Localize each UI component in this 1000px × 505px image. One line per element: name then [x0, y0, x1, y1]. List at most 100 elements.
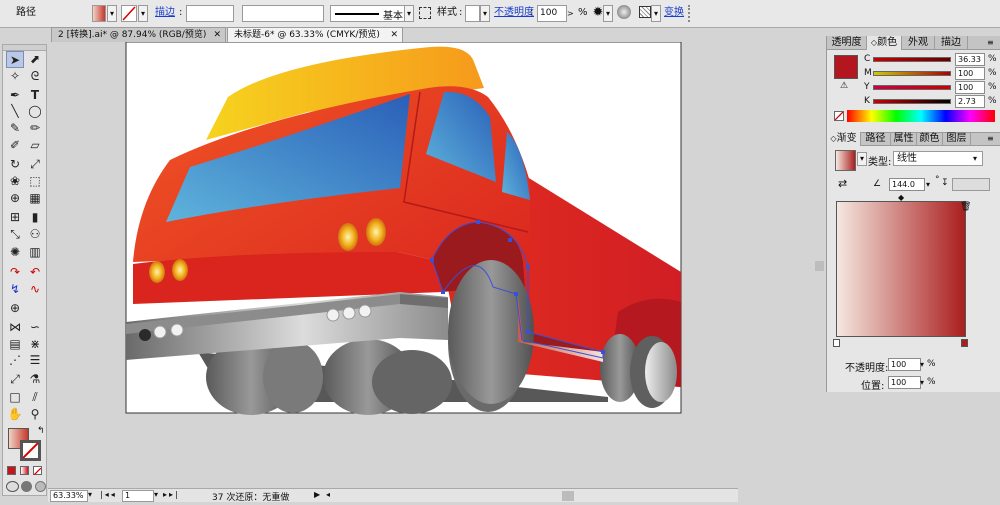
opacity-link[interactable]: 不透明度	[494, 6, 534, 20]
symbol-sprayer-icon[interactable]: ✺	[6, 244, 24, 261]
tab-stroke[interactable]: 描边	[935, 36, 968, 50]
draw-inside-icon[interactable]	[35, 481, 46, 492]
black-slider[interactable]	[873, 99, 951, 104]
ellipse-tool-icon[interactable]: ◯	[26, 103, 44, 120]
color-spectrum[interactable]	[847, 110, 995, 122]
stroke-color-swatch[interactable]	[20, 440, 41, 461]
align-icon[interactable]	[419, 7, 431, 19]
envelope-tool-icon[interactable]: ∽	[26, 319, 44, 336]
transform-link[interactable]: 变换	[664, 6, 684, 20]
column-graph-icon[interactable]: ▤	[6, 336, 24, 353]
tab-gradient[interactable]: ◇渐变	[827, 132, 861, 146]
variable-width-select[interactable]	[242, 5, 324, 22]
magenta-slider[interactable]	[873, 71, 951, 76]
brush-definition-select[interactable]: 基本	[330, 5, 414, 22]
pencil-tool-icon[interactable]: ✏	[26, 120, 44, 137]
tab-path[interactable]: 路径	[861, 132, 891, 146]
chart-tool-icon[interactable]: ⋰	[6, 352, 24, 369]
angle-input[interactable]: 144.0	[889, 178, 925, 191]
yellow-value[interactable]: 100	[955, 81, 985, 94]
status-arrow-icon[interactable]: ▶	[314, 490, 320, 499]
next-last-icon[interactable]: ▸▸|	[163, 490, 180, 499]
gradient-stop-start[interactable]	[833, 339, 840, 347]
gradient-tool-icon[interactable]: ▮	[26, 209, 44, 226]
color-mode-icon[interactable]	[7, 466, 16, 475]
blob-brush-icon[interactable]: ✐	[6, 137, 24, 154]
stroke-link[interactable]: 描边	[155, 6, 175, 20]
black-value[interactable]: 2.73	[955, 95, 985, 108]
artboard-tool-icon[interactable]: ⋈	[6, 319, 24, 336]
yellow-slider[interactable]	[873, 85, 951, 90]
bar-graph-icon[interactable]: ☰	[26, 352, 44, 369]
draw-behind-icon[interactable]	[21, 481, 32, 492]
tab-layers[interactable]: 图层	[943, 132, 971, 146]
draw-normal-icon[interactable]	[6, 481, 19, 492]
crop-tool-icon[interactable]: □	[6, 389, 24, 406]
close-icon[interactable]: ✕	[213, 28, 221, 43]
type-tool-icon[interactable]: T	[26, 87, 44, 104]
gradient-stop-end[interactable]	[961, 339, 968, 347]
fill-swatch[interactable]	[92, 5, 106, 22]
eyedropper-icon[interactable]: ⤡	[6, 226, 24, 243]
stop-position-input[interactable]: 100	[888, 376, 921, 389]
chevron-down-icon[interactable]: ▾	[973, 151, 977, 166]
direct-selection-icon[interactable]: ⬈	[26, 51, 44, 68]
cyan-value[interactable]: 36.33	[955, 53, 985, 66]
mesh-tool-icon[interactable]: ⊞	[6, 209, 24, 226]
close-icon[interactable]: ✕	[390, 28, 398, 43]
tab-appearance[interactable]: 外观	[902, 36, 935, 50]
slice-tool-icon[interactable]: ⫽	[26, 389, 44, 406]
shape-builder-icon[interactable]: ⊕	[6, 190, 24, 207]
blend-tool-icon[interactable]: ⚇	[26, 226, 44, 243]
gradient-preview-swatch[interactable]	[835, 150, 856, 171]
cyan-slider[interactable]	[873, 57, 951, 62]
perspective-grid-icon[interactable]: ▦	[26, 190, 44, 207]
reshape-tool-icon[interactable]: ↯	[6, 281, 24, 298]
stroke-dropdown[interactable]: ▾	[138, 5, 148, 22]
brush-tool-icon[interactable]: ✎	[6, 120, 24, 137]
graph-tool-icon[interactable]: ▥	[26, 244, 44, 261]
tab-color-2[interactable]: 颜色	[917, 132, 943, 146]
zoom-tool-icon[interactable]: ⚲	[26, 406, 44, 423]
scale-tool-icon[interactable]: ⤢	[26, 156, 44, 173]
style-swatch[interactable]	[465, 5, 480, 22]
aspect-ratio-input[interactable]	[952, 178, 990, 191]
canvas[interactable]	[48, 42, 820, 488]
none-color-icon[interactable]	[834, 111, 844, 121]
warp-tool-icon[interactable]: ❀	[6, 173, 24, 190]
transform-grid-icon[interactable]	[639, 6, 651, 18]
magic-wand-icon[interactable]: ✧	[6, 68, 24, 85]
doc-tab-2[interactable]: 未标题-6* @ 63.33% (CMYK/预览) ✕	[227, 27, 403, 42]
stop-opacity-input[interactable]: 100	[888, 358, 921, 371]
canvas-scroll-thumb[interactable]	[815, 261, 824, 271]
measure-tool-icon[interactable]: ⤢	[6, 371, 24, 388]
panel-menu-icon[interactable]: ≡	[987, 134, 994, 143]
page-select[interactable]: 1	[122, 490, 154, 502]
swap-colors-icon[interactable]: ↰	[37, 426, 45, 436]
stroke-swatch[interactable]	[121, 5, 137, 22]
crosshair-icon[interactable]: ⊕	[6, 300, 24, 317]
tab-color[interactable]: ◇颜色	[867, 36, 902, 50]
live-paint-icon[interactable]: ⚗	[26, 371, 44, 388]
opacity-arrow-icon[interactable]: >	[567, 5, 577, 22]
first-prev-icon[interactable]: |◂◂	[100, 490, 117, 499]
fill-dropdown[interactable]: ▾	[107, 5, 117, 22]
hand-tool-icon[interactable]: ✋	[6, 406, 24, 423]
horizontal-scroll-thumb[interactable]	[562, 491, 574, 501]
zoom-select[interactable]: 63.33%	[50, 490, 88, 502]
isolate-icon[interactable]	[617, 5, 631, 19]
scroll-left-icon[interactable]: ◂	[326, 490, 330, 499]
gradient-slider-preview[interactable]	[836, 201, 966, 337]
rotate-tool-icon[interactable]: ↻	[6, 156, 24, 173]
reverse-gradient-icon[interactable]: ⇄	[838, 177, 847, 190]
tab-transparency[interactable]: 透明度	[827, 36, 867, 50]
stroke-weight-input[interactable]	[186, 5, 234, 22]
magenta-value[interactable]: 100	[955, 67, 985, 80]
color-fill-swatch[interactable]	[834, 55, 858, 79]
smooth-tool-icon[interactable]: ↶	[26, 264, 44, 281]
doc-tab-1[interactable]: 2 [转换].ai* @ 87.94% (RGB/预览) ✕	[51, 27, 226, 42]
width-tool-icon[interactable]: ↷	[6, 264, 24, 281]
eraser-icon[interactable]: ▱	[26, 137, 44, 154]
gradient-mode-icon[interactable]	[20, 466, 29, 475]
delete-stop-icon[interactable]: 🗑	[960, 202, 971, 212]
